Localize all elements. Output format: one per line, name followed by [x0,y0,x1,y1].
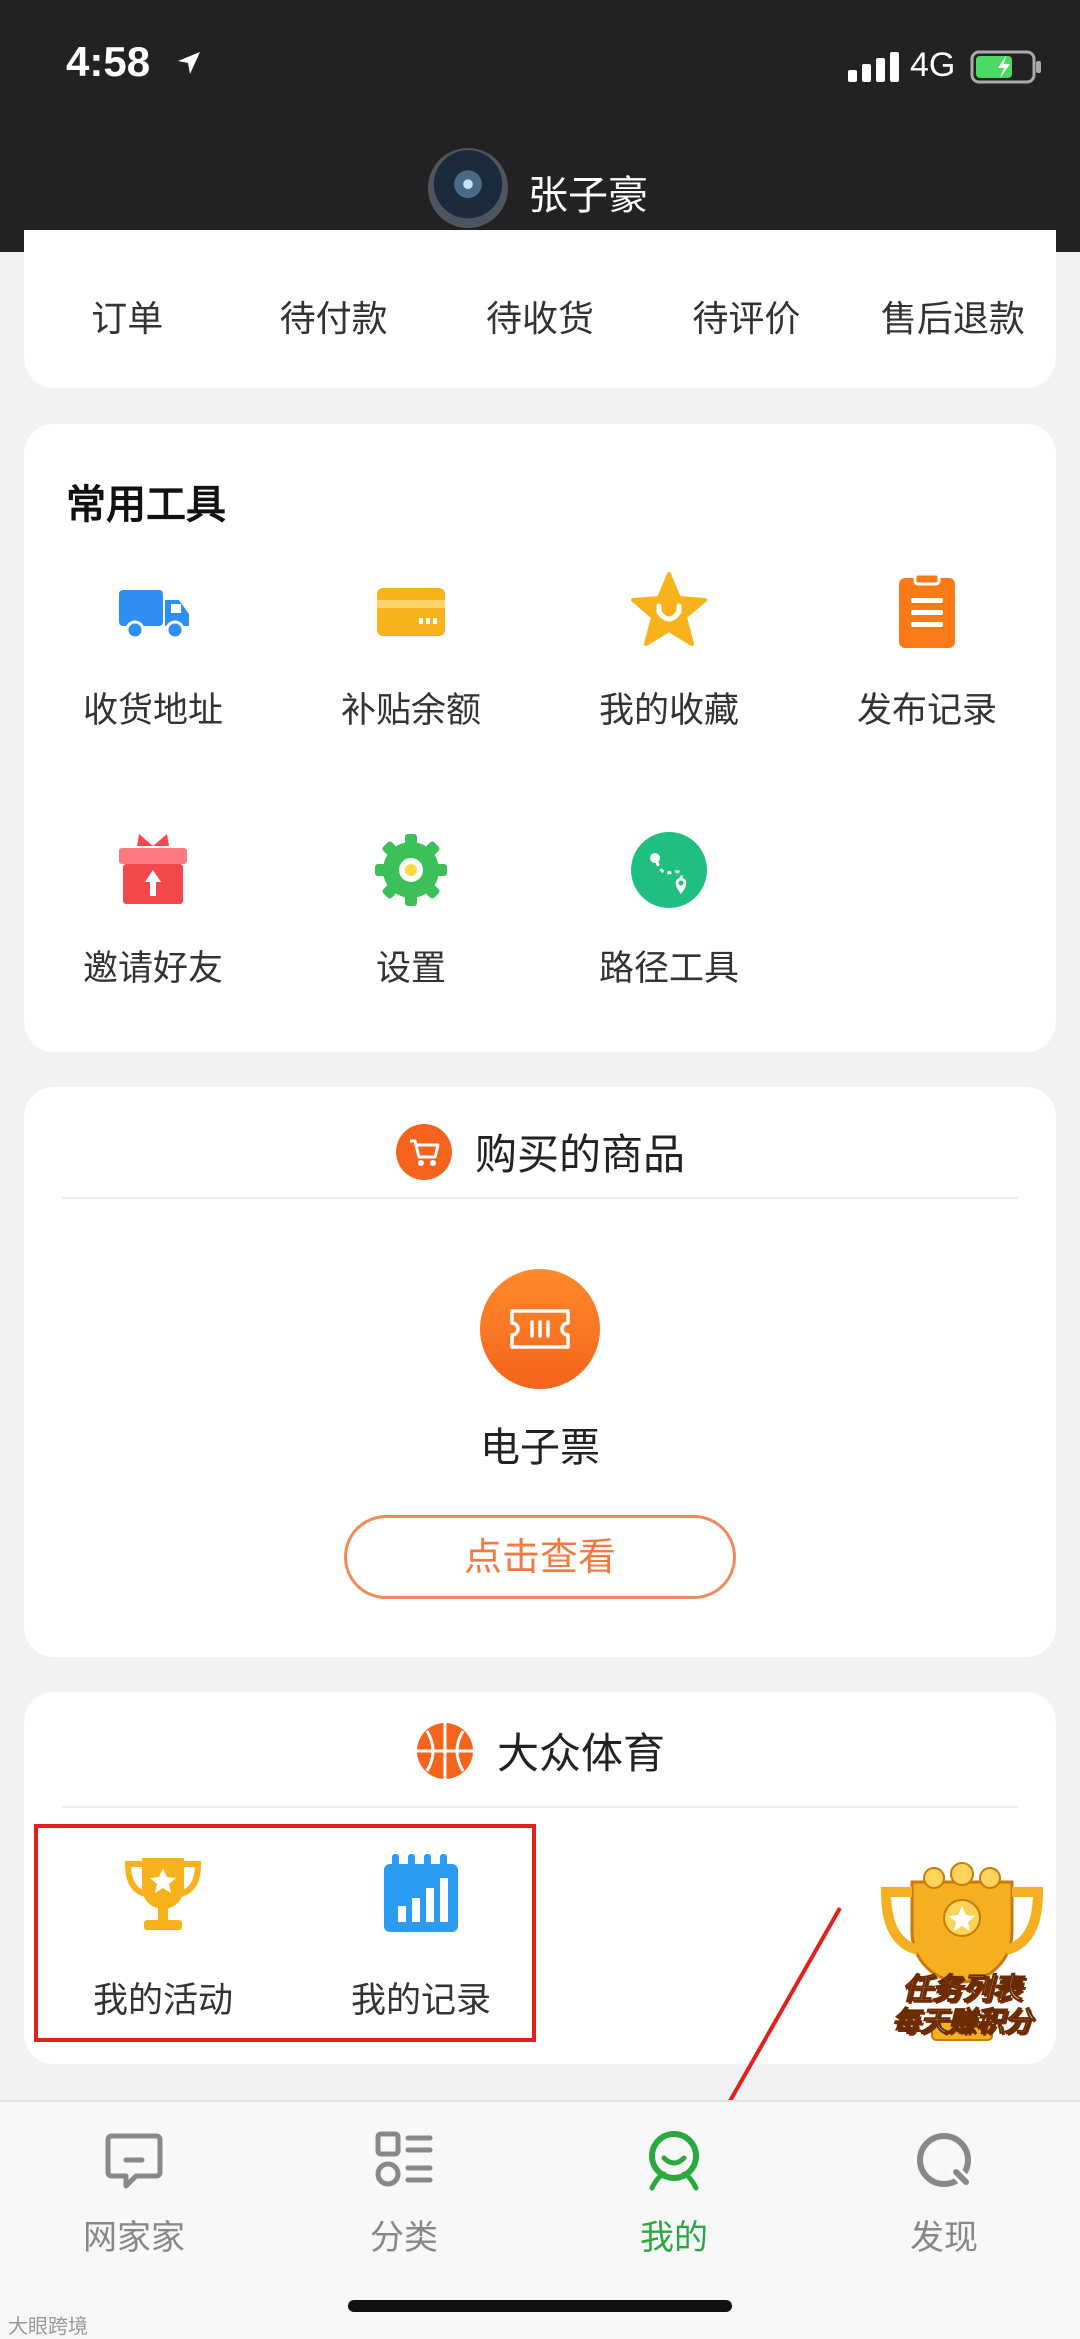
purchased-title: 购买的商品 [474,1130,685,1179]
sports-title: 大众体育 [496,1729,665,1778]
highlight-box [34,1824,536,2042]
orders-card: 订单 待付款 待收货 待评价 售后退款 [24,230,1056,388]
tab-label: 网家家 [83,2218,185,2258]
tool-shipping-address[interactable]: 收货地址 [24,570,282,733]
user-avatar[interactable] [428,148,508,228]
tool-publish-records[interactable]: 发布记录 [798,570,1056,733]
status-time: 4:58 [66,38,151,85]
chat-bubble-icon [105,2133,163,2189]
tab-label: 分类 [370,2218,438,2258]
order-tabs: 订单 待付款 待收货 待评价 售后退款 [24,290,1056,342]
purchased-header: 购买的商品 [24,1121,1056,1182]
divider [62,1806,1018,1808]
star-icon [631,572,707,646]
shopping-cart-icon [395,1123,452,1180]
tool-invite-friends[interactable]: 邀请好友 [24,828,282,991]
category-icon [375,2131,433,2187]
clipboard-icon [899,572,955,648]
card-icon [377,588,445,636]
location-arrow-icon [178,52,200,74]
e-ticket-label: 电子票 [480,1425,600,1471]
basketball-icon [416,1722,473,1779]
view-button[interactable]: 点击查看 [344,1515,736,1599]
user-name[interactable]: 张子豪 [528,163,648,221]
tab-label: 我的 [640,2218,708,2258]
order-tab-all[interactable]: 订单 [24,290,230,342]
e-ticket-button[interactable] [480,1269,600,1389]
gift-icon [119,834,187,904]
common-tools-card: 常用工具 收货地址 补贴余额 我的收藏 发布记录 邀请好友 设置 路径工具 [24,424,1056,1052]
profile-smile-icon [649,2131,699,2191]
home-indicator[interactable] [348,2300,732,2312]
tool-label: 发布记录 [856,691,997,731]
order-tab-pending-payment[interactable]: 待付款 [230,290,436,342]
tool-my-favorites[interactable]: 我的收藏 [540,570,798,733]
gear-icon [375,834,447,906]
tool-label: 收货地址 [82,691,223,731]
truck-icon [119,590,189,640]
route-icon [631,832,707,908]
tab-mine[interactable]: 我的 [574,2128,774,2259]
ticket-icon [510,1309,570,1349]
tool-label: 补贴余额 [340,691,481,731]
tab-category[interactable]: 分类 [304,2128,504,2259]
tool-subsidy-balance[interactable]: 补贴余额 [282,570,540,733]
network-type: 4G [910,46,956,84]
top-bar: 4:58 4G 张子豪 [0,0,1080,252]
tab-discover[interactable]: 发现 [844,2128,1044,2259]
order-tab-after-sales[interactable]: 售后退款 [850,290,1056,342]
divider [62,1197,1018,1199]
tool-route[interactable]: 路径工具 [540,828,798,991]
task-badge-line2: 每天赚积分 [891,2005,1032,2039]
tool-label: 邀请好友 [82,949,223,989]
discover-icon [917,2133,973,2189]
order-tab-pending-review[interactable]: 待评价 [643,290,849,342]
sports-header: 大众体育 [24,1720,1056,1781]
tool-settings[interactable]: 设置 [282,828,540,991]
purchased-goods-card: 购买的商品 电子票 点击查看 [24,1087,1056,1657]
signal-strength-icon [848,52,899,82]
tab-home[interactable]: 网家家 [34,2128,234,2259]
tool-label: 我的收藏 [598,691,739,731]
tool-label: 设置 [375,949,446,989]
tool-label: 路径工具 [598,949,739,989]
battery-icon [970,50,1041,84]
tools-title: 常用工具 [66,482,226,528]
order-tab-pending-receipt[interactable]: 待收货 [437,290,643,342]
watermark: 大眼跨境 [8,2314,88,2338]
tab-label: 发现 [910,2218,978,2258]
